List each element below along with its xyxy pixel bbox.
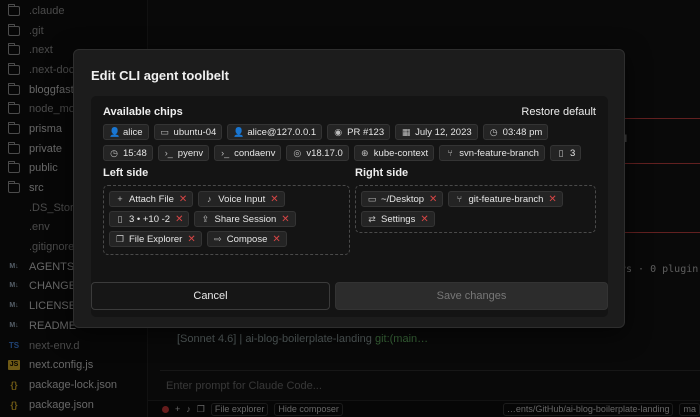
toolbelt-chip[interactable]: + Attach File ✕	[109, 191, 194, 207]
file-icon: ▯	[558, 148, 564, 158]
branch-icon: ⑂	[456, 194, 463, 204]
chip-label: kube-context	[373, 147, 429, 159]
remove-chip-icon[interactable]: ✕	[179, 194, 187, 205]
dialog-title: Edit CLI agent toolbelt	[91, 68, 229, 83]
chip-label: 15:48	[123, 147, 147, 159]
chip-label: Compose	[226, 233, 268, 245]
remove-chip-icon[interactable]: ✕	[548, 194, 556, 205]
chip-label: Settings	[381, 213, 416, 225]
chip-label: Voice Input	[218, 193, 266, 205]
toolbelt-chip[interactable]: ◉ PR #123	[327, 124, 391, 140]
share-icon: ⇪	[201, 214, 210, 224]
save-changes-button[interactable]: Save changes	[335, 282, 608, 310]
chip-label: File Explorer	[129, 233, 183, 245]
remove-chip-icon[interactable]: ✕	[281, 214, 289, 225]
clock-icon: ◷	[489, 127, 498, 137]
sliders-icon: ⇄	[368, 214, 376, 224]
available-chips-title: Available chips	[103, 106, 183, 118]
chip-label: 3 • +10 -2	[129, 213, 171, 225]
chip-label: ubuntu-04	[173, 126, 217, 138]
chip-label: v18.17.0	[306, 147, 343, 159]
files-icon: ❐	[115, 234, 125, 244]
chip-label: July 12, 2023	[415, 126, 472, 138]
toolbelt-chip[interactable]: ⑂ git-feature-branch ✕	[448, 191, 563, 207]
edit-toolbelt-dialog: Edit CLI agent toolbelt Available chips …	[73, 49, 625, 328]
terminal-icon: ›_	[164, 148, 173, 158]
toolbelt-chip[interactable]: ›_ pyenv	[157, 145, 210, 161]
right-side-dropzone[interactable]: ▭ ~/Desktop ✕ ⑂ git-feature-branch ✕ ⇄ Settings…	[355, 185, 596, 233]
toolbelt-chip[interactable]: ›_ condaenv	[214, 145, 282, 161]
toolbelt-chip[interactable]: ⇪ Share Session ✕	[194, 211, 296, 227]
terminal-icon: ›_	[221, 148, 230, 158]
cancel-button[interactable]: Cancel	[91, 282, 330, 310]
chip-label: Attach File	[129, 193, 174, 205]
folder-icon: ▭	[367, 194, 377, 204]
toolbelt-chip[interactable]: ◷ 15:48	[103, 145, 153, 161]
clock-icon: ◷	[110, 148, 118, 158]
left-side-title: Left side	[103, 167, 149, 179]
toolbelt-chip[interactable]: ▯ 3	[549, 145, 582, 161]
chip-label: PR #123	[347, 126, 385, 138]
remove-chip-icon[interactable]: ✕	[175, 214, 183, 225]
chip-label: alice@127.0.0.1	[247, 126, 317, 138]
remove-chip-icon[interactable]: ✕	[270, 194, 278, 205]
toolbelt-chip[interactable]: ⊕ kube-context	[353, 145, 435, 161]
chip-label: git-feature-branch	[468, 193, 544, 205]
toolbelt-chip[interactable]: ❐ File Explorer ✕	[109, 231, 202, 247]
chip-label: pyenv	[177, 147, 204, 159]
right-side-title: Right side	[355, 167, 409, 179]
toolbelt-chip[interactable]: ▦ July 12, 2023	[395, 124, 478, 140]
chip-label: svn-feature-branch	[459, 147, 539, 159]
chip-label: ~/Desktop	[381, 193, 425, 205]
node-icon: ◎	[293, 148, 302, 158]
toolbelt-chip[interactable]: ⑂ svn-feature-branch	[439, 145, 545, 161]
toolbelt-chip[interactable]: ◷ 03:48 pm	[482, 124, 549, 140]
user-icon: 👤	[109, 127, 121, 137]
toolbelt-chip[interactable]: ▯ 3 • +10 -2 ✕	[109, 211, 190, 227]
toolbelt-chip[interactable]: ⇨ Compose ✕	[206, 231, 287, 247]
available-chips-list: 👤 alice ▭ ubuntu-04 👤 alice@127.0.0.1 ◉ PR #123…	[103, 124, 600, 161]
compose-icon: ⇨	[213, 234, 222, 244]
toolbelt-chip[interactable]: ♪ Voice Input ✕	[198, 191, 285, 207]
toolbelt-chip[interactable]: ▭ ~/Desktop ✕	[361, 191, 444, 207]
toolbelt-chip[interactable]: ⇄ Settings ✕	[361, 211, 435, 227]
chip-label: alice	[123, 126, 143, 138]
chip-label: 03:48 pm	[502, 126, 543, 138]
remove-chip-icon[interactable]: ✕	[272, 234, 280, 245]
toolbelt-chip[interactable]: ◎ v18.17.0	[286, 145, 349, 161]
calendar-icon: ▦	[401, 127, 411, 137]
file-diff-icon: ▯	[117, 214, 123, 224]
toolbelt-chip[interactable]: 👤 alice@127.0.0.1	[227, 124, 323, 140]
chip-label: condaenv	[234, 147, 276, 159]
left-side-dropzone[interactable]: + Attach File ✕ ♪ Voice Input ✕ ▯ 3 • +10 -2 ✕ ⇪ S…	[103, 185, 350, 255]
remove-chip-icon[interactable]: ✕	[429, 194, 437, 205]
github-icon: ◉	[334, 127, 343, 137]
toolbelt-chip[interactable]: ▭ ubuntu-04	[153, 124, 223, 140]
laptop-icon: ▭	[160, 127, 169, 137]
plus-icon: +	[117, 194, 123, 204]
restore-default-button[interactable]: Restore default	[521, 106, 596, 118]
chip-label: Share Session	[214, 213, 277, 225]
branch-icon: ⑂	[447, 148, 453, 158]
remove-chip-icon[interactable]: ✕	[420, 214, 428, 225]
toolbelt-chip[interactable]: 👤 alice	[103, 124, 149, 140]
microphone-icon: ♪	[207, 194, 212, 204]
globe-icon: ⊕	[361, 148, 369, 158]
chip-label: 3	[569, 147, 576, 159]
user-icon: 👤	[233, 127, 245, 137]
remove-chip-icon[interactable]: ✕	[187, 234, 195, 245]
